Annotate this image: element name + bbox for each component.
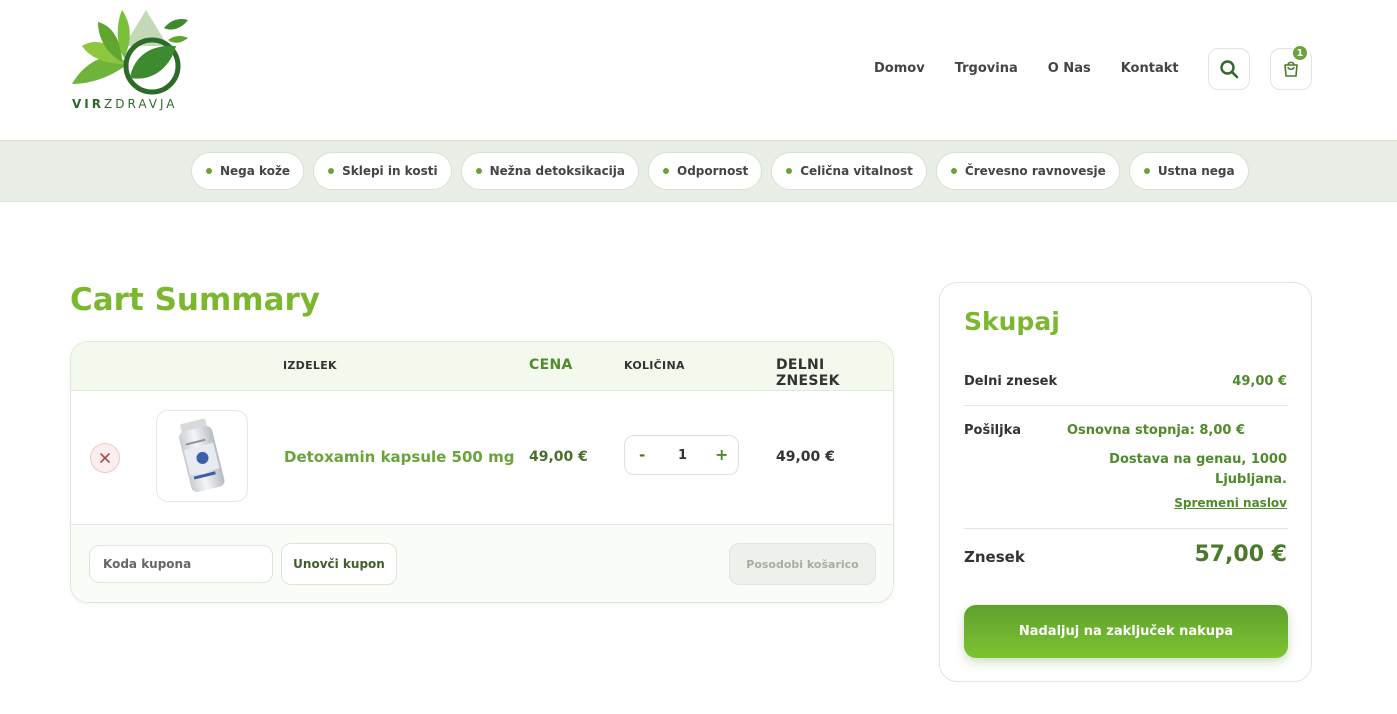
column-header-product: IZDELEK [283,359,337,372]
cart-actions: Unovči kupon Posodobi košarico [71,524,893,602]
shipping-label: Pošiljka [964,423,1021,438]
subtotal-value: 49,00 € [1232,374,1287,389]
change-address-link[interactable]: Spremeni naslov [1174,496,1287,510]
quantity-increase-button[interactable]: + [715,445,728,464]
bullet-dot-icon [206,168,212,174]
close-icon [100,453,110,463]
proceed-to-checkout-button[interactable]: Nadaljuj na zaključek nakupa [964,605,1288,658]
nav-link-kontakt[interactable]: Kontakt [1121,61,1179,76]
shopping-bag-icon [1284,61,1298,77]
search-button[interactable] [1208,48,1250,90]
page-title: Cart Summary [70,282,320,318]
cart-count-badge: 1 [1291,44,1309,62]
category-bar: Nega kože Sklepi in kosti Nežna detoksik… [0,140,1397,202]
totals-title: Skupaj [964,307,1060,336]
nav-link-o-nas[interactable]: O Nas [1048,61,1091,76]
bullet-dot-icon [950,168,957,174]
product-thumbnail[interactable] [156,410,248,502]
shipping-rate: Osnovna stopnja: 8,00 € [1066,423,1245,438]
category-celicna-vitalnost[interactable]: Celična vitalnost [771,152,927,190]
category-sklepi-in-kosti[interactable]: Sklepi in kosti [313,152,452,190]
coupon-code-input[interactable] [89,545,273,583]
cart-button[interactable]: 1 [1270,44,1312,90]
product-price: 49,00 € [529,449,588,465]
cart-totals: Skupaj Delni znesek 49,00 € Pošiljka Osn… [939,282,1312,682]
quantity-stepper: - 1 + [624,435,739,475]
line-subtotal: 49,00 € [776,449,835,465]
nav-link-trgovina[interactable]: Trgovina [955,61,1018,76]
category-crevesno-ravnovesje[interactable]: Črevesno ravnovesje [935,152,1120,190]
category-nega-koze[interactable]: Nega kože [191,152,305,190]
update-cart-button[interactable]: Posodobi košarico [729,543,876,585]
cart-table-header: IZDELEK CENA KOLIČINA DELNI ZNESEK [71,342,893,391]
cart-table: IZDELEK CENA KOLIČINA DELNI ZNESEK Detox… [70,341,894,603]
subtotal-label: Delni znesek [964,374,1058,389]
leaf-logo-icon [72,10,188,95]
bullet-dot-icon [786,168,793,174]
site-header: VIRZDRAVJA Domov Trgovina O Nas Kontakt … [0,0,1397,140]
supplement-bottle-image [179,418,225,493]
column-header-price: CENA [529,357,573,373]
nav-link-domov[interactable]: Domov [874,61,925,76]
brand-wordmark: VIRZDRAVJA [72,97,178,111]
bullet-dot-icon [1143,168,1150,174]
main-nav: Domov Trgovina O Nas Kontakt [874,61,1209,76]
bullet-dot-icon [475,168,482,174]
search-icon [1220,60,1239,79]
apply-coupon-button[interactable]: Unovči kupon [281,543,397,585]
column-header-subtotal: DELNI ZNESEK [776,357,840,389]
divider [964,405,1288,406]
category-nezna-detoksikacija[interactable]: Nežna detoksikacija [460,152,640,190]
category-odpornost[interactable]: Odpornost [648,152,763,190]
total-label: Znesek [964,548,1025,566]
bullet-dot-icon [663,168,670,174]
column-header-quantity: KOLIČINA [624,359,685,372]
category-ustna-nega[interactable]: Ustna nega [1128,152,1249,190]
quantity-input[interactable]: 1 [678,448,687,463]
remove-item-button[interactable] [90,443,120,473]
product-name-link[interactable]: Detoxamin kapsule 500 mg [284,448,514,466]
total-value: 57,00 € [1194,542,1287,567]
shipping-address: Dostava na genau, 1000 Ljubljana. [1109,452,1287,487]
quantity-decrease-button[interactable]: - [639,446,645,464]
divider [964,528,1288,529]
bullet-dot-icon [328,168,335,174]
